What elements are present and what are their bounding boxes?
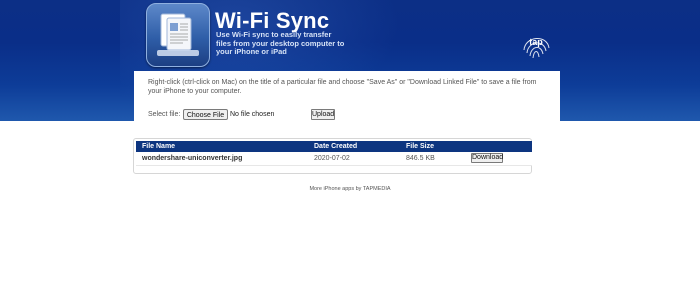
file-date: 2020-07-02	[314, 155, 350, 162]
table-row: wondershare-uniconverter.jpg 2020-07-02 …	[136, 152, 532, 166]
column-header-file-size: File Size	[406, 143, 435, 150]
upload-button[interactable]: Upload	[311, 109, 335, 120]
choose-file-button[interactable]: Choose File	[183, 109, 228, 120]
column-header-date-created: Date Created	[314, 143, 358, 150]
instructions-text: Right-click (ctrl-click on Mac) on the t…	[148, 79, 537, 95]
svg-text:tap: tap	[529, 37, 543, 47]
column-header-file-name: File Name	[142, 143, 176, 150]
select-file-label: Select file:	[148, 111, 181, 118]
download-button[interactable]: Download	[471, 153, 503, 163]
footer-link[interactable]: More iPhone apps by TAPMEDIA	[0, 186, 700, 192]
file-name-link[interactable]: wondershare-uniconverter.jpg	[142, 155, 242, 162]
file-size: 846.5 KB	[406, 155, 435, 162]
tap-logo[interactable]: tap	[519, 28, 553, 62]
document-sync-icon	[146, 3, 210, 67]
app-description: Use Wi-Fi sync to easily transfer files …	[216, 30, 345, 56]
files-table-header: File Name Date Created File Size	[136, 141, 532, 152]
no-file-chosen-text: No file chosen	[230, 111, 275, 118]
